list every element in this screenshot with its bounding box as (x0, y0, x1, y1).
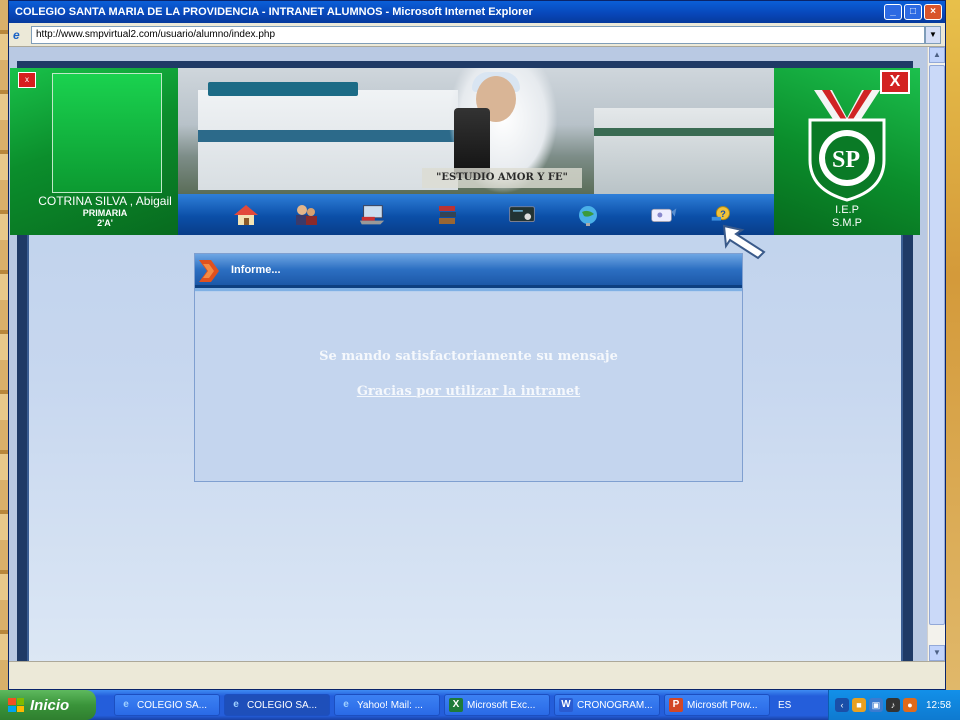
network-icon[interactable]: ▣ (869, 698, 883, 712)
panel-header: Informe... (195, 254, 742, 288)
globe-icon[interactable] (574, 202, 602, 228)
status-bar (9, 661, 945, 689)
taskbar-item[interactable]: e COLEGIO SA... (114, 694, 220, 716)
panel-title: Informe... (231, 264, 281, 276)
laptop-icon[interactable] (358, 202, 386, 228)
svg-text:SP: SP (832, 147, 860, 173)
mail-icon[interactable] (650, 202, 678, 228)
window-close-button[interactable]: × (924, 4, 942, 20)
tray-expand-icon[interactable]: ‹ (835, 698, 849, 712)
window-titlebar[interactable]: COLEGIO SANTA MARIA DE LA PROVIDENCIA - … (9, 1, 945, 23)
ie-icon: e (123, 699, 129, 710)
minimize-button[interactable]: _ (884, 4, 902, 20)
books-icon[interactable] (434, 202, 462, 228)
taskbar-item-label: Yahoo! Mail: ... (357, 699, 423, 711)
ie-page-icon: e (13, 27, 20, 42)
word-icon: W (559, 698, 573, 712)
student-name: COTRINA SILVA , Abigail (38, 194, 172, 208)
small-close-icon[interactable]: x (18, 72, 36, 88)
scroll-thumb[interactable] (929, 65, 945, 625)
informe-panel: Informe... Se mando satisfactoriamente s… (194, 253, 743, 482)
taskbar-item-label: COLEGIO SA... (137, 699, 208, 711)
taskbar-item[interactable]: W CRONOGRAM... (554, 694, 660, 716)
banner-photo: "ESTUDIO AMOR Y FE" (178, 68, 774, 194)
taskbar-item[interactable]: e COLEGIO SA... (224, 694, 330, 716)
windows-flag-icon (8, 698, 24, 712)
student-card: x COTRINA SILVA , Abigail PRIMARIA 2'A' (10, 68, 178, 235)
taskbar-item[interactable]: X Microsoft Exc... (444, 694, 550, 716)
success-message: Se mando satisfactoriamente su mensaje (319, 349, 618, 364)
address-bar: e http://www.smpvirtual2.com/usuario/alu… (9, 23, 945, 47)
address-input[interactable]: http://www.smpvirtual2.com/usuario/alumn… (31, 25, 925, 44)
messenger-icon[interactable]: ● (903, 698, 917, 712)
school-slogan: "ESTUDIO AMOR Y FE" (422, 168, 582, 188)
window-title: COLEGIO SANTA MARIA DE LA PROVIDENCIA - … (15, 6, 533, 18)
scroll-up-icon[interactable]: ▲ (929, 47, 945, 63)
clock: 12:58 (926, 699, 952, 711)
start-button[interactable]: Inicio (0, 690, 96, 720)
student-level: PRIMARIA (82, 208, 128, 218)
scroll-down-icon[interactable]: ▼ (929, 645, 945, 661)
address-dropdown-button[interactable]: ▼ (925, 25, 941, 44)
school-abbr-line2: S.M.P (832, 217, 862, 229)
chevron-right-icon (199, 260, 219, 282)
student-photo (52, 73, 162, 193)
vertical-scrollbar[interactable]: ▲ ▼ (927, 47, 945, 661)
taskbar-item-label: Microsoft Exc... (467, 699, 536, 711)
school-abbr-line1: I.E.P (835, 204, 859, 216)
ie-icon: e (343, 699, 349, 710)
student-section: 2'A' (97, 218, 113, 228)
excel-icon: X (449, 698, 463, 712)
main-nav: ? (178, 194, 774, 235)
header-close-button[interactable]: X (880, 70, 910, 94)
taskbar-item[interactable]: e Yahoo! Mail: ... (334, 694, 440, 716)
building-sign (208, 82, 358, 96)
taskbar-item[interactable]: P Microsoft Pow... (664, 694, 770, 716)
home-icon[interactable] (232, 202, 260, 228)
building-stripe (198, 130, 458, 142)
taskbar-items: e COLEGIO SA... e COLEGIO SA... e Yahoo!… (96, 694, 770, 716)
powerpoint-icon: P (669, 698, 683, 712)
maximize-button[interactable]: □ (904, 4, 922, 20)
thanks-link[interactable]: Gracias por utilizar la intranet (195, 384, 742, 399)
start-label: Inicio (30, 696, 70, 714)
ie-icon: e (233, 699, 239, 710)
monitor-icon[interactable] (508, 202, 536, 228)
school-crest-logo: SP (808, 90, 886, 202)
site-header: x COTRINA SILVA , Abigail PRIMARIA 2'A' … (10, 68, 920, 235)
windows-taskbar: Inicio e COLEGIO SA... e COLEGIO SA... e… (0, 690, 960, 720)
taskbar-item-label: COLEGIO SA... (247, 699, 318, 711)
tray-app-icon[interactable]: ■ (852, 698, 866, 712)
taskbar-item-label: Microsoft Pow... (687, 699, 758, 711)
building-windows (594, 128, 774, 136)
system-tray: ‹ ■ ▣ ♪ ● 12:58 (828, 690, 960, 720)
volume-icon[interactable]: ♪ (886, 698, 900, 712)
panel-divider (195, 288, 742, 292)
school-building-image-2 (594, 108, 774, 194)
school-crest-panel: SP I.E.P S.M.P X (774, 68, 920, 235)
language-indicator[interactable]: ES (778, 700, 802, 711)
users-icon[interactable] (292, 202, 320, 228)
taskbar-item-label: CRONOGRAM... (577, 699, 653, 711)
